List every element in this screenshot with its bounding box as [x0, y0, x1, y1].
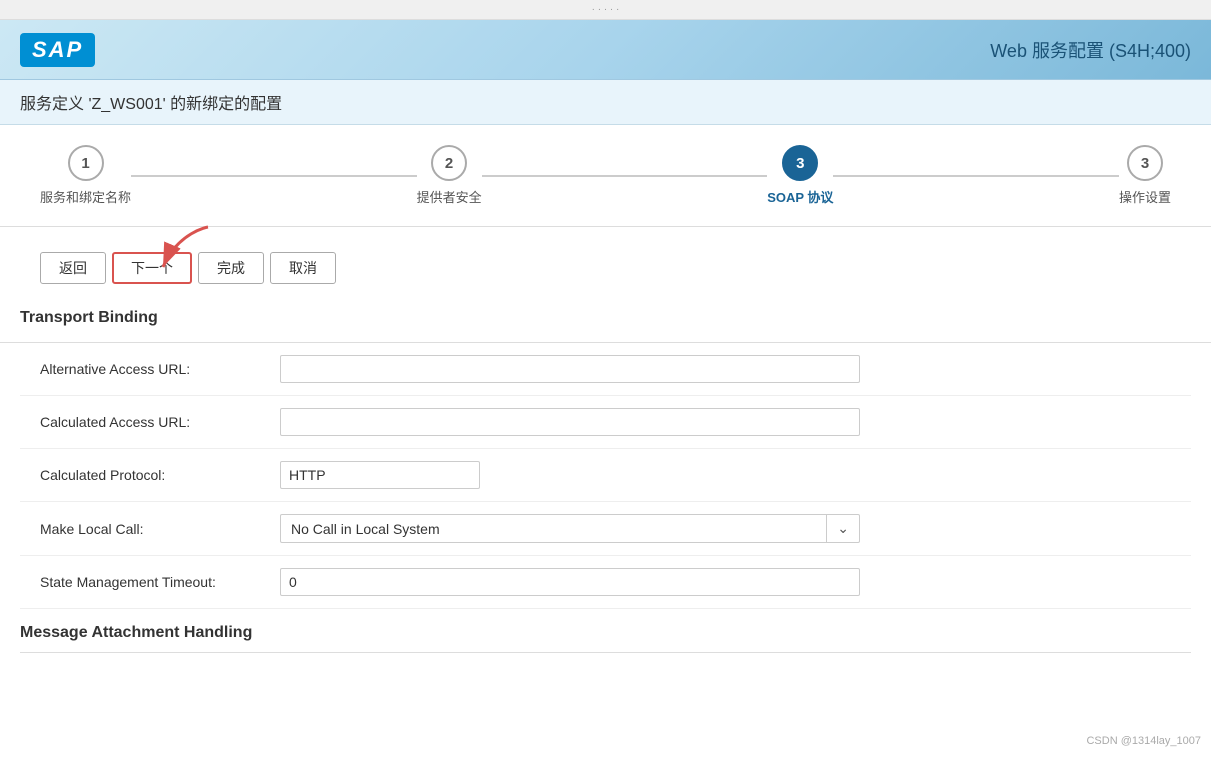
step-4-circle: 3 [1127, 145, 1163, 181]
wizard-step-3: 3 SOAP 协议 [767, 145, 833, 206]
form-row-timeout: State Management Timeout: [20, 556, 1191, 609]
transport-binding-title: Transport Binding [0, 304, 1211, 342]
wizard-line-1 [131, 175, 417, 177]
alt-url-input[interactable] [280, 355, 860, 383]
form-row-alt-url: Alternative Access URL: [20, 343, 1191, 396]
wizard-line-3 [833, 175, 1119, 177]
form-row-calc-protocol: Calculated Protocol: [20, 449, 1191, 502]
top-dots: · · · · · [0, 0, 1211, 20]
step-1-label: 服务和绑定名称 [40, 187, 131, 206]
wizard-steps: 1 服务和绑定名称 2 提供者安全 3 SOAP 协议 3 操作设置 [0, 125, 1211, 227]
wizard-step-2: 2 提供者安全 [417, 145, 482, 206]
wizard-step-1: 1 服务和绑定名称 [40, 145, 131, 206]
timeout-label: State Management Timeout: [40, 574, 260, 590]
local-call-select[interactable]: No Call in Local System ⌄ [280, 514, 860, 543]
step-4-label: 操作设置 [1119, 187, 1171, 206]
page-title: 服务定义 'Z_WS001' 的新绑定的配置 [20, 90, 1191, 114]
calc-protocol-label: Calculated Protocol: [40, 467, 260, 483]
calc-url-label: Calculated Access URL: [40, 414, 260, 430]
back-button[interactable]: 返回 [40, 252, 106, 284]
step-3-label: SOAP 协议 [767, 187, 833, 206]
local-call-label: Make Local Call: [40, 521, 260, 537]
step-2-circle: 2 [431, 145, 467, 181]
page-title-bar: 服务定义 'Z_WS001' 的新绑定的配置 [0, 80, 1211, 125]
wizard-line-2 [482, 175, 768, 177]
message-attachment-title: Message Attachment Handling [0, 609, 1211, 652]
step-2-label: 提供者安全 [417, 187, 482, 206]
calc-url-input[interactable] [280, 408, 860, 436]
wizard-step-4: 3 操作设置 [1119, 145, 1171, 206]
sap-logo: SAP [20, 33, 95, 67]
calc-protocol-input[interactable] [280, 461, 480, 489]
alt-url-label: Alternative Access URL: [40, 361, 260, 377]
arrow-annotation [148, 222, 228, 280]
bottom-divider [20, 652, 1191, 653]
form-row-calc-url: Calculated Access URL: [20, 396, 1191, 449]
local-call-value: No Call in Local System [281, 516, 826, 542]
form-row-local-call: Make Local Call: No Call in Local System… [20, 502, 1191, 556]
header-title: Web 服务配置 (S4H;400) [990, 37, 1191, 63]
step-3-circle: 3 [782, 145, 818, 181]
local-call-dropdown-icon[interactable]: ⌄ [826, 515, 859, 542]
header: SAP Web 服务配置 (S4H;400) [0, 20, 1211, 80]
form-section: Alternative Access URL: Calculated Acces… [0, 342, 1211, 609]
watermark: CSDN @1314lay_1007 [1086, 735, 1201, 747]
step-1-circle: 1 [68, 145, 104, 181]
timeout-input[interactable] [280, 568, 860, 596]
cancel-button[interactable]: 取消 [270, 252, 336, 284]
